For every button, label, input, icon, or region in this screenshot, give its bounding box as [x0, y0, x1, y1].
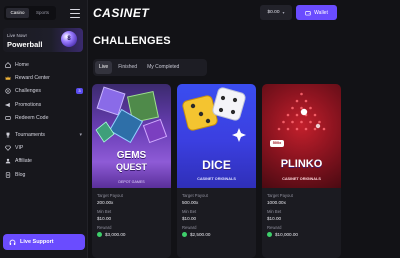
game-thumbnail: 500x PLINKO CASINET ORIGINALS — [262, 84, 341, 188]
sidebar-item-affiliate[interactable]: Affiliate — [0, 155, 88, 168]
gems-artwork — [95, 86, 168, 144]
powerball-promo[interactable]: Live Now! Powerball 8 — [3, 28, 83, 52]
home-icon — [5, 61, 11, 68]
sidebar-item-label: Redeem Code — [15, 115, 49, 122]
reward-value: $2,500.00 — [190, 232, 211, 237]
mode-switch: Casino Sports — [4, 6, 56, 20]
game-title: DICE — [202, 158, 231, 172]
challenge-icon — [5, 88, 11, 95]
sidebar-item-reward-center[interactable]: Reward Center — [0, 71, 88, 84]
wallet-label: Wallet — [314, 9, 328, 16]
sidebar-item-challenges[interactable]: Challenges 3 — [0, 85, 88, 98]
chevron-down-icon: ▾ — [79, 131, 82, 138]
tab-my-completed[interactable]: My Completed — [143, 61, 183, 74]
game-thumbnail: DICE CASINET ORIGINALS — [177, 84, 256, 188]
game-provider: DEPOT GAMES — [118, 180, 145, 184]
promo-title: Powerball — [7, 40, 43, 49]
reward-row: $3,000.00 — [97, 231, 166, 238]
powerball-ball-icon: 8 — [61, 31, 77, 47]
top-bar: CASINET $0.00 ▾ Wallet — [70, 0, 400, 28]
multiplier-badge: 500x — [270, 140, 284, 147]
reward-value: $3,000.00 — [105, 232, 126, 237]
site-logo[interactable]: CASINET — [93, 6, 149, 20]
mode-sports[interactable]: Sports — [31, 8, 54, 18]
sidebar-item-label: Promotions — [15, 101, 42, 108]
sidebar-item-home[interactable]: Home — [0, 58, 88, 71]
sidebar-item-label: Tournaments — [15, 131, 45, 138]
sidebar-item-label: Affiliate — [15, 158, 32, 165]
challenge-cards: GEMS QUEST DEPOT GAMES Target Payout 200… — [92, 84, 392, 258]
headset-icon — [9, 239, 16, 245]
sidebar-item-blog[interactable]: Blog — [0, 168, 88, 181]
game-title: PLINKO — [280, 158, 323, 170]
document-icon — [5, 172, 11, 178]
balance-dropdown[interactable]: $0.00 ▾ — [260, 5, 292, 20]
dice-artwork — [182, 87, 246, 142]
tab-finished[interactable]: Finished — [114, 61, 141, 74]
sidebar-item-tournaments[interactable]: Tournaments ▾ — [0, 128, 88, 141]
challenge-details: Target Payout 500.00x Min Bet $10.00 Rew… — [177, 188, 256, 258]
game-title: GEMS — [116, 150, 147, 161]
target-payout-value: 1000.00x — [267, 200, 286, 205]
challenges-count-badge: 3 — [76, 87, 83, 94]
live-support-label: Live Support — [20, 239, 54, 245]
sidebar-item-vip[interactable]: VIP — [0, 141, 88, 154]
menu-icon[interactable] — [70, 9, 80, 18]
game-thumbnail: GEMS QUEST DEPOT GAMES — [92, 84, 171, 188]
sidebar: Casino Sports Live Now! Powerball 8 Home… — [0, 0, 88, 258]
sidebar-item-label: Blog — [15, 171, 26, 178]
tab-live[interactable]: Live — [95, 61, 113, 74]
challenge-details: Target Payout 1000.00x Min Bet $10.00 Re… — [262, 188, 341, 258]
user-icon — [5, 158, 11, 164]
plinko-pegs-artwork — [277, 92, 326, 131]
sidebar-nav: Home Reward Center Challenges 3 Promotio… — [0, 58, 88, 182]
game-provider: CASINET ORIGINALS — [282, 177, 321, 181]
promo-subtitle: Live Now! — [7, 33, 27, 38]
target-payout-value: 200.00x — [97, 200, 114, 205]
chevron-down-icon: ▾ — [282, 10, 285, 15]
balance-value: $0.00 — [267, 10, 280, 15]
wallet-icon — [305, 10, 311, 15]
challenge-card-plinko[interactable]: 500x PLINKO CASINET ORIGINALS Target Pay… — [262, 84, 341, 258]
reward-row: $2,500.00 — [182, 231, 251, 238]
reward-row: $10,000.00 — [267, 231, 336, 238]
reward-value: $10,000.00 — [275, 232, 298, 237]
coin-icon — [182, 232, 187, 237]
wallet-button[interactable]: Wallet — [296, 5, 337, 20]
game-provider: CASINET ORIGINALS — [197, 177, 236, 181]
ticket-icon — [5, 115, 11, 121]
challenge-details: Target Payout 200.00x Min Bet $10.00 Rew… — [92, 188, 171, 258]
app-root: Casino Sports Live Now! Powerball 8 Home… — [0, 0, 400, 258]
target-payout-value: 500.00x — [182, 200, 199, 205]
megaphone-icon — [5, 102, 11, 108]
sidebar-item-label: Home — [15, 61, 29, 68]
coin-icon — [97, 232, 102, 237]
diamond-icon — [5, 145, 11, 151]
sidebar-item-label: Reward Center — [15, 75, 50, 82]
crown-icon — [5, 75, 11, 81]
challenge-card-dice[interactable]: DICE CASINET ORIGINALS Target Payout 500… — [177, 84, 256, 258]
page-title: CHALLENGES — [93, 35, 171, 47]
challenge-card-gems-quest[interactable]: GEMS QUEST DEPOT GAMES Target Payout 200… — [92, 84, 171, 258]
challenge-tabs: Live Finished My Completed — [93, 59, 207, 76]
game-title-line-2: QUEST — [115, 162, 147, 172]
sidebar-item-promotions[interactable]: Promotions — [0, 98, 88, 111]
sidebar-item-redeem-code[interactable]: Redeem Code — [0, 112, 88, 125]
sidebar-item-label: Challenges — [15, 88, 41, 95]
live-support-button[interactable]: Live Support — [3, 234, 85, 250]
mode-casino[interactable]: Casino — [6, 8, 29, 18]
sidebar-item-label: VIP — [15, 145, 24, 152]
min-bet-value: $10.00 — [182, 216, 197, 221]
min-bet-value: $10.00 — [97, 216, 112, 221]
coin-icon — [267, 232, 272, 237]
min-bet-value: $10.00 — [267, 216, 282, 221]
trophy-icon — [5, 132, 11, 138]
